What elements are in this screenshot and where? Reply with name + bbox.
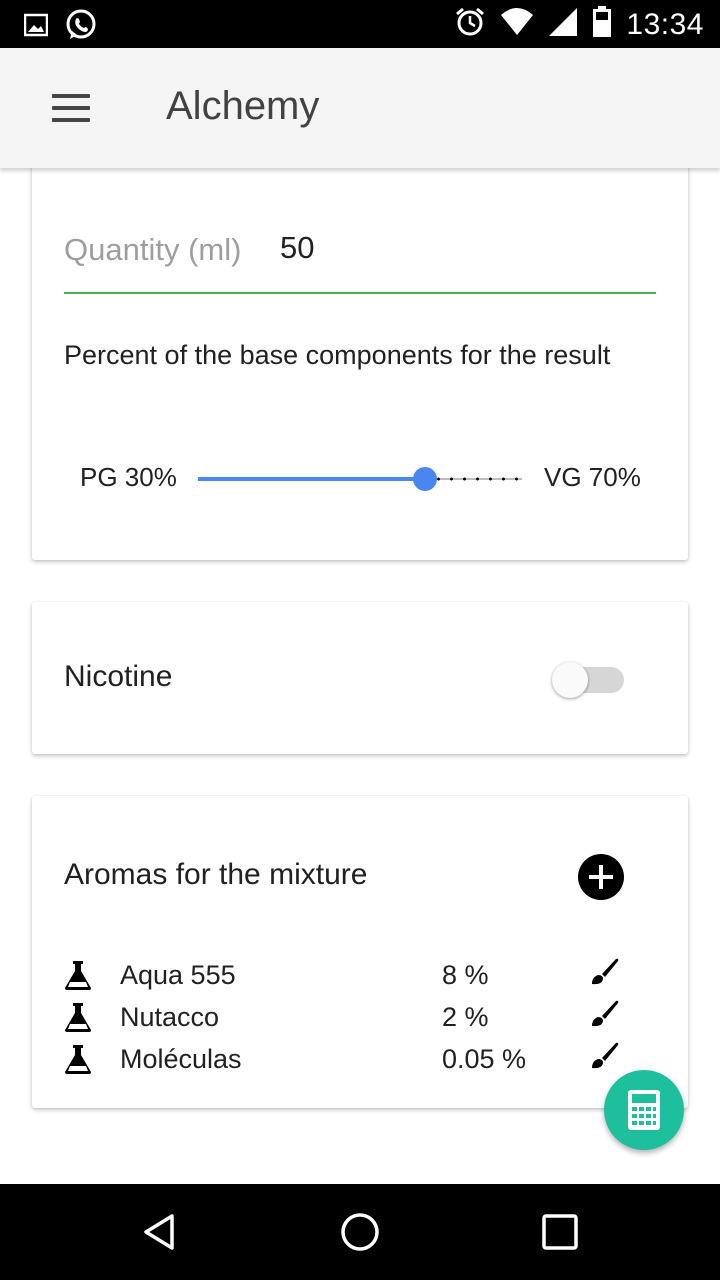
aromas-title: Aromas for the mixture bbox=[64, 858, 368, 891]
quantity-field[interactable] bbox=[280, 230, 480, 266]
image-icon bbox=[23, 13, 49, 42]
nicotine-label: Nicotine bbox=[64, 660, 173, 693]
app-bar: Alchemy bbox=[0, 48, 720, 168]
aroma-percent: 8 % bbox=[442, 960, 489, 990]
status-time: 13:34 bbox=[626, 7, 704, 41]
back-icon[interactable] bbox=[138, 1210, 182, 1254]
recents-icon[interactable] bbox=[538, 1210, 582, 1254]
aroma-name: Nutacco bbox=[120, 1002, 220, 1032]
aroma-name: Moléculas bbox=[120, 1044, 242, 1074]
signal-icon bbox=[548, 7, 578, 42]
brush-icon[interactable] bbox=[588, 956, 620, 988]
nicotine-toggle[interactable] bbox=[552, 662, 624, 700]
slider-thumb[interactable] bbox=[412, 467, 437, 491]
aroma-row: Nutacco 2 % bbox=[32, 998, 688, 1040]
aroma-percent: 2 % bbox=[442, 1002, 489, 1032]
aroma-percent: 0.05 % bbox=[442, 1044, 527, 1074]
home-icon[interactable] bbox=[338, 1210, 382, 1254]
nicotine-card: Nicotine bbox=[32, 602, 688, 754]
aroma-name: Aqua 555 bbox=[120, 960, 236, 990]
toggle-thumb bbox=[552, 662, 588, 698]
battery-icon bbox=[592, 6, 612, 43]
percent-description: Percent of the base components for the r… bbox=[64, 340, 611, 370]
slider-fill bbox=[198, 477, 425, 481]
brush-icon[interactable] bbox=[588, 1040, 620, 1072]
aroma-row: Aqua 555 8 % bbox=[32, 956, 688, 998]
calculate-button[interactable] bbox=[604, 1070, 684, 1150]
flask-icon bbox=[64, 1044, 92, 1074]
wifi-icon bbox=[500, 7, 534, 42]
aroma-row: Moléculas 0.05 % bbox=[32, 1040, 688, 1082]
whatsapp-icon bbox=[64, 8, 98, 47]
aromas-card: Aromas for the mixture Aqua 555 8 % Nuta… bbox=[32, 796, 688, 1108]
base-card: Quantity (ml) Percent of the base compon… bbox=[32, 160, 688, 560]
vg-label: VG 70% bbox=[544, 462, 641, 492]
add-circle-icon[interactable] bbox=[578, 854, 624, 900]
quantity-underline bbox=[64, 292, 656, 294]
brush-icon[interactable] bbox=[588, 998, 620, 1030]
menu-icon[interactable] bbox=[52, 94, 92, 124]
pg-label: PG 30% bbox=[80, 462, 177, 492]
flask-icon bbox=[64, 1002, 92, 1032]
pg-vg-slider[interactable] bbox=[198, 464, 522, 494]
app-title: Alchemy bbox=[166, 84, 320, 128]
status-bar: 13:34 bbox=[0, 0, 720, 48]
quantity-label: Quantity (ml) bbox=[64, 232, 242, 267]
navigation-bar bbox=[0, 1184, 720, 1280]
flask-icon bbox=[64, 960, 92, 990]
alarm-icon bbox=[454, 6, 486, 43]
